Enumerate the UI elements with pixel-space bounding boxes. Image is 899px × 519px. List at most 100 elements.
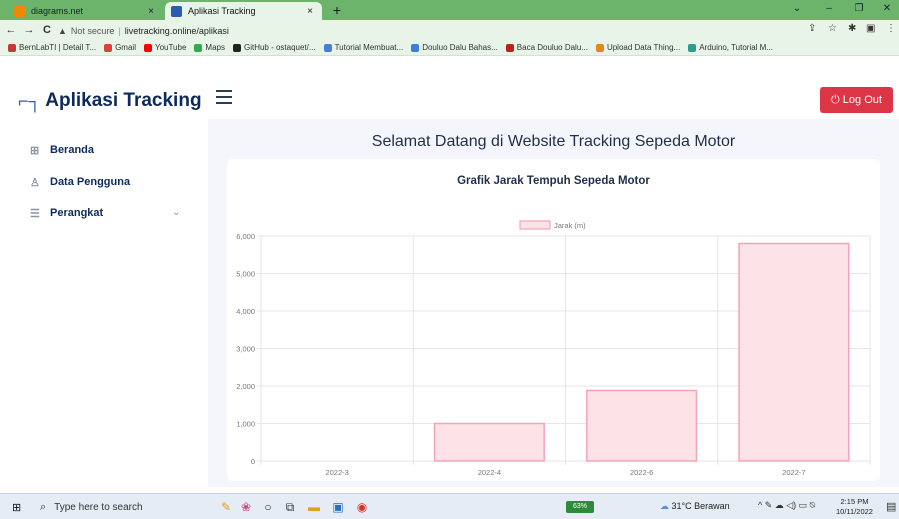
tab-aplikasi-tracking[interactable]: Aplikasi Tracking × xyxy=(165,2,322,20)
legend-swatch xyxy=(519,220,551,230)
back-button[interactable]: ← xyxy=(4,24,18,36)
file-explorer-icon[interactable]: ▬ xyxy=(306,499,322,515)
bookmark-item[interactable]: Arduino, Tutorial M... xyxy=(688,43,773,52)
x-tick-label: 2022-4 xyxy=(478,468,501,477)
bookmark-item[interactable]: Baca Douluo Dalu... xyxy=(505,43,588,52)
sidebar-item-beranda[interactable]: ⊞ Beranda xyxy=(30,142,94,158)
bookmark-label: Tutorial Membuat... xyxy=(334,43,404,52)
minimize-button[interactable]: – xyxy=(822,3,836,14)
search-placeholder: Type here to search xyxy=(54,501,143,513)
clock-date: 10/11/2022 xyxy=(836,507,873,516)
tab-close-icon[interactable]: × xyxy=(304,6,316,17)
divider: | xyxy=(118,25,121,36)
sidepanel-icon[interactable]: ▣ xyxy=(866,23,875,34)
bookmark-label: GitHub - ostaquet/... xyxy=(243,43,316,52)
bookmark-item[interactable]: Tutorial Membuat... xyxy=(323,43,404,52)
new-tab-button[interactable]: + xyxy=(329,2,345,18)
bookmark-favicon-icon xyxy=(595,43,604,52)
url-input[interactable]: ▲ Not secure | livetracking.online/aplik… xyxy=(58,23,828,38)
bookmark-label: Baca Douluo Dalu... xyxy=(516,43,588,52)
y-tick-label: 0 xyxy=(251,457,255,466)
bookmark-item[interactable]: Maps xyxy=(194,43,225,52)
taskbar-search-input[interactable]: ⌕ Type here to search xyxy=(40,497,208,517)
bookmark-item[interactable]: Upload Data Thing... xyxy=(595,43,681,52)
bookmark-label: Upload Data Thing... xyxy=(606,43,681,52)
app-title: Aplikasi Tracking xyxy=(45,90,202,111)
share-icon[interactable]: ⇪ xyxy=(808,23,816,34)
windows-start-icon[interactable]: ⊞ xyxy=(12,501,21,514)
weather-widget[interactable]: ☁ 31°C Berawan xyxy=(660,501,730,512)
tab-close-icon[interactable]: × xyxy=(145,6,157,17)
menu-dots-icon[interactable]: ⋮ xyxy=(886,23,896,34)
bookmark-item[interactable]: Douluo Dalu Bahas... xyxy=(411,43,498,52)
list-icon: ☰ xyxy=(30,207,40,220)
taskbar-clock[interactable]: 2:15 PM 10/11/2022 xyxy=(836,497,873,517)
x-tick-label: 2022-7 xyxy=(782,468,805,477)
url-text: livetracking.online/aplikasi xyxy=(124,25,229,36)
notification-icon[interactable]: ▤ xyxy=(886,500,896,513)
address-bar: ← → C ▲ Not secure | livetracking.online… xyxy=(0,20,899,40)
logout-button[interactable]: ⏻ Log Out xyxy=(820,87,893,113)
bookmark-favicon-icon xyxy=(688,43,697,52)
paint-app-icon[interactable]: ✎ xyxy=(218,499,234,515)
y-tick-label: 5,000 xyxy=(236,270,255,279)
bar xyxy=(738,242,850,462)
sidebar-item-data-pengguna[interactable]: ♙ Data Pengguna xyxy=(30,174,130,190)
bookmark-favicon-icon xyxy=(104,43,113,52)
bar xyxy=(433,422,545,462)
bookmark-item[interactable]: YouTube xyxy=(143,43,186,52)
bookmarks-bar: BernLabTI | Detail T... Gmail YouTube Maps G… xyxy=(0,40,899,56)
bar xyxy=(586,389,698,462)
bookmark-label: BernLabTI | Detail T... xyxy=(19,43,97,52)
y-tick-label: 2,000 xyxy=(236,382,255,391)
y-tick-label: 6,000 xyxy=(236,232,255,241)
page-title: Selamat Datang di Website Tracking Seped… xyxy=(371,133,736,150)
widget-app-icon[interactable]: ❀ xyxy=(238,499,254,515)
tab-label: diagrams.net xyxy=(31,6,84,16)
bookmark-label: Maps xyxy=(205,43,225,52)
search-icon: ⌕ xyxy=(40,500,47,513)
hamburger-menu-icon[interactable] xyxy=(216,90,232,104)
y-tick-label: 3,000 xyxy=(236,345,255,354)
sidebar-item-perangkat[interactable]: ☰ Perangkat xyxy=(30,205,103,221)
y-tick-label: 4,000 xyxy=(236,307,255,316)
app-logo[interactable]: ⌐┐ Aplikasi Tracking xyxy=(18,90,202,112)
bookmark-favicon-icon xyxy=(323,43,332,52)
reload-button[interactable]: C xyxy=(40,24,54,36)
sidebar-item-label: Beranda xyxy=(50,144,95,156)
bookmark-favicon-icon xyxy=(8,43,16,52)
bookmark-label: Gmail xyxy=(115,43,136,52)
task-view-icon[interactable]: ⧉ xyxy=(282,499,298,515)
close-window-button[interactable]: ✕ xyxy=(880,3,894,14)
tab-label: Aplikasi Tracking xyxy=(188,6,256,16)
cortana-icon[interactable]: ○ xyxy=(260,499,276,515)
bookmark-item[interactable]: BernLabTI | Detail T... xyxy=(8,43,96,52)
bookmark-favicon-icon xyxy=(505,43,514,52)
clock-time: 2:15 PM xyxy=(840,497,869,506)
windows-taskbar: ⊞ ⌕ Type here to search ✎ ❀ ○ ⧉ ▬ ▣ ◉ 63… xyxy=(0,493,899,519)
y-tick-label: 1,000 xyxy=(236,420,255,429)
bookmark-favicon-icon xyxy=(143,43,152,52)
bookmark-favicon-icon xyxy=(232,43,241,52)
tab-search-icon[interactable]: ⌄ xyxy=(790,3,804,14)
store-app-icon[interactable]: ▣ xyxy=(330,499,346,515)
chrome-icon[interactable]: ◉ xyxy=(354,499,370,515)
forward-button[interactable]: → xyxy=(22,24,36,36)
bookmark-favicon-icon xyxy=(194,43,203,52)
sidebar-item-label: Data Pengguna xyxy=(50,176,131,188)
maximize-button[interactable]: ❐ xyxy=(852,3,866,14)
diagrams-favicon-icon xyxy=(14,5,25,17)
bookmark-favicon-icon xyxy=(411,43,420,52)
extensions-icon[interactable]: ✱ xyxy=(848,23,856,34)
x-tick-label: 2022-3 xyxy=(325,468,348,477)
bookmark-item[interactable]: GitHub - ostaquet/... xyxy=(232,43,316,52)
star-icon[interactable]: ☆ xyxy=(828,23,837,34)
battery-indicator[interactable]: 63% xyxy=(566,501,594,513)
warning-icon: ▲ xyxy=(58,25,67,36)
tab-diagrams[interactable]: diagrams.net × xyxy=(8,2,163,20)
system-tray[interactable]: ^ ✎ ☁ ◁) ▭ ⍉ xyxy=(758,500,815,511)
grid-icon: ⊞ xyxy=(30,144,40,157)
bookmark-item[interactable]: Gmail xyxy=(104,43,136,52)
logo-mark-icon: ⌐┐ xyxy=(18,90,42,111)
chevron-down-icon[interactable]: ⌄ xyxy=(172,207,180,218)
